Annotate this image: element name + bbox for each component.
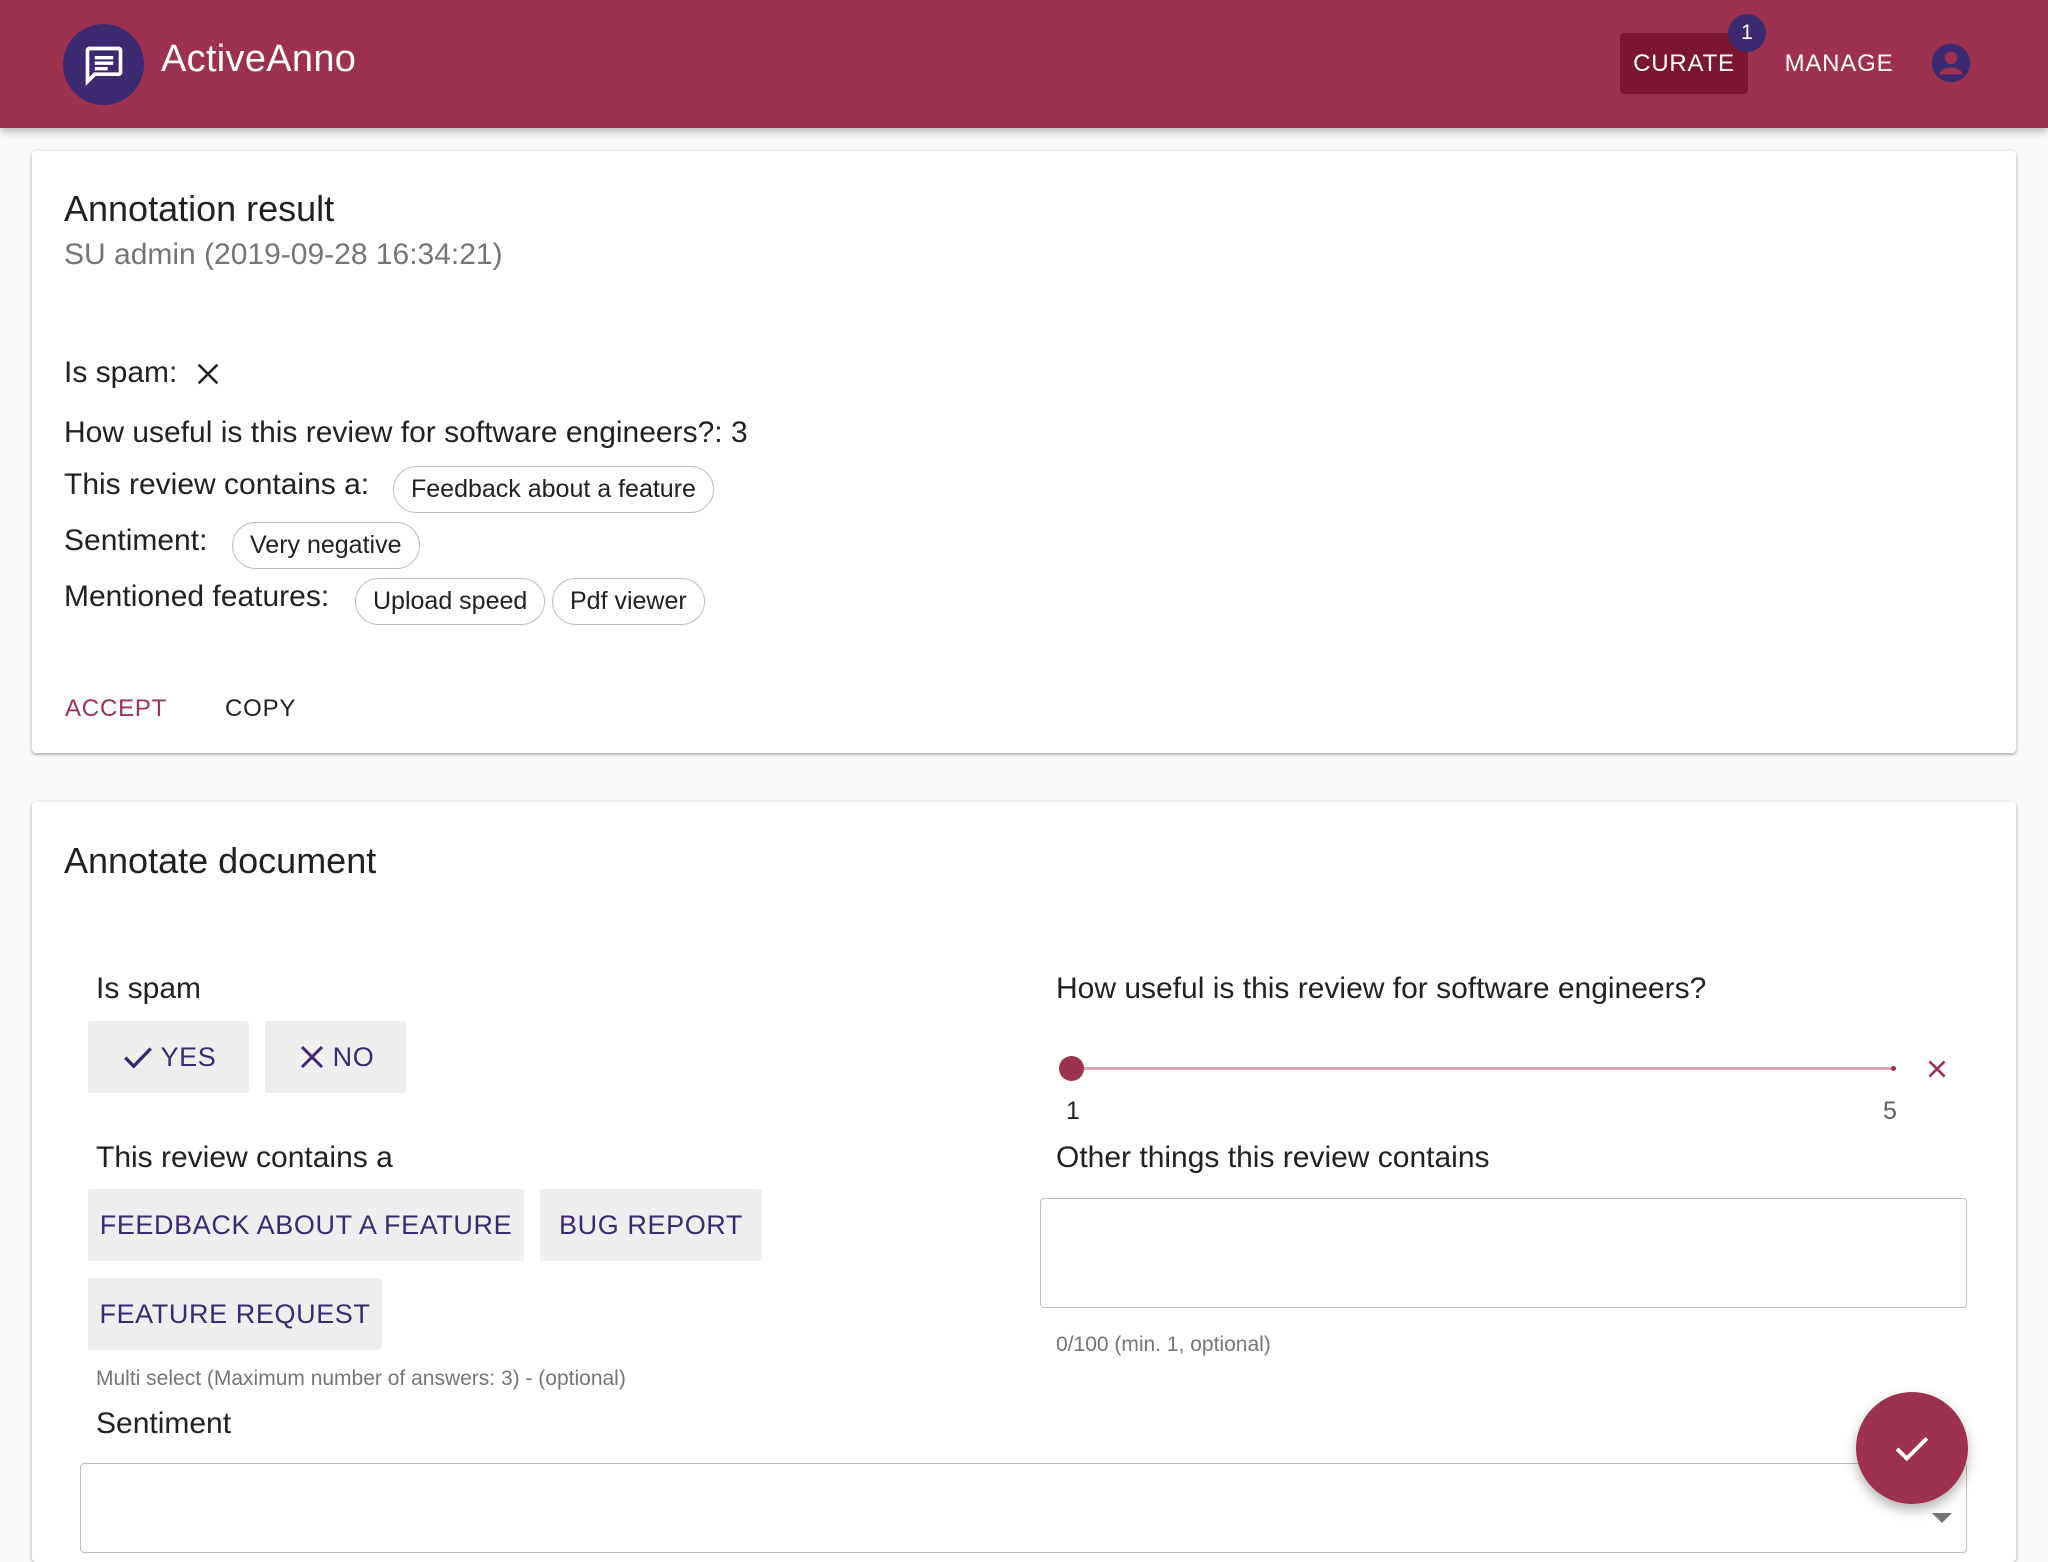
- copy-button[interactable]: COPY: [225, 695, 296, 723]
- annotate-document-title: Annotate document: [64, 840, 377, 881]
- clear-slider-icon[interactable]: [1924, 1056, 1950, 1087]
- option-bug-report[interactable]: BUG REPORT: [540, 1189, 762, 1261]
- chevron-down-icon: [1932, 1513, 1952, 1523]
- sentiment-result-label: Sentiment:: [64, 524, 208, 557]
- feature-chip: Pdf viewer: [552, 578, 705, 625]
- sentiment-label: Sentiment: [96, 1407, 232, 1440]
- chat-message-icon[interactable]: [63, 24, 144, 105]
- annotation-result-subtitle: SU admin (2019-09-28 16:34:21): [64, 238, 503, 271]
- yes-button[interactable]: YES: [88, 1021, 249, 1093]
- close-icon: [300, 1045, 323, 1069]
- submit-fab-button[interactable]: [1856, 1392, 1968, 1504]
- contains-label: This review contains a: [96, 1141, 393, 1174]
- usefulness-slider-end-mark: [1891, 1066, 1896, 1071]
- account-circle-icon[interactable]: [1930, 42, 1972, 84]
- sentiment-chip: Very negative: [232, 522, 420, 569]
- is-spam-label: Is spam: [96, 972, 202, 1005]
- nav-manage-button[interactable]: MANAGE: [1775, 33, 1903, 94]
- no-button-label: NO: [332, 1041, 375, 1072]
- usefulness-result: How useful is this review for software e…: [64, 416, 748, 449]
- no-button[interactable]: NO: [265, 1021, 406, 1093]
- contains-result-label: This review contains a:: [64, 468, 370, 501]
- usefulness-slider-track[interactable]: [1072, 1067, 1894, 1070]
- annotate-document-card: [32, 802, 2016, 1562]
- other-things-textarea[interactable]: [1040, 1198, 1967, 1308]
- app-title[interactable]: ActiveAnno: [161, 38, 356, 81]
- option-feedback-about-a-feature[interactable]: FEEDBACK ABOUT A FEATURE: [88, 1189, 524, 1261]
- yes-button-label: YES: [160, 1041, 217, 1072]
- is-spam-result-label: Is spam:: [64, 356, 178, 389]
- other-things-label: Other things this review contains: [1056, 1141, 1490, 1174]
- curate-count-badge: 1: [1728, 14, 1766, 52]
- check-icon: [1895, 1437, 1929, 1462]
- slider-max-label: 5: [1883, 1097, 1897, 1125]
- other-things-helper-text: 0/100 (min. 1, optional): [1056, 1333, 1271, 1356]
- check-icon: [123, 1047, 152, 1069]
- sentiment-select[interactable]: [80, 1463, 1967, 1553]
- app-bar: ActiveAnno CURATE 1 MANAGE: [0, 0, 2048, 128]
- option-feature-request[interactable]: FEATURE REQUEST: [88, 1278, 382, 1350]
- slider-min-label: 1: [1066, 1097, 1080, 1125]
- accept-button[interactable]: ACCEPT: [65, 695, 167, 723]
- feature-chip: Upload speed: [355, 578, 546, 625]
- contains-helper-text: Multi select (Maximum number of answers:…: [96, 1367, 626, 1390]
- usefulness-slider-thumb[interactable]: [1059, 1056, 1084, 1081]
- close-icon: [194, 360, 222, 393]
- annotation-result-title: Annotation result: [64, 188, 335, 229]
- features-result-label: Mentioned features:: [64, 580, 330, 613]
- usefulness-label: How useful is this review for software e…: [1056, 972, 1707, 1005]
- contains-chip: Feedback about a feature: [393, 466, 714, 513]
- nav-curate-button[interactable]: CURATE: [1620, 33, 1748, 94]
